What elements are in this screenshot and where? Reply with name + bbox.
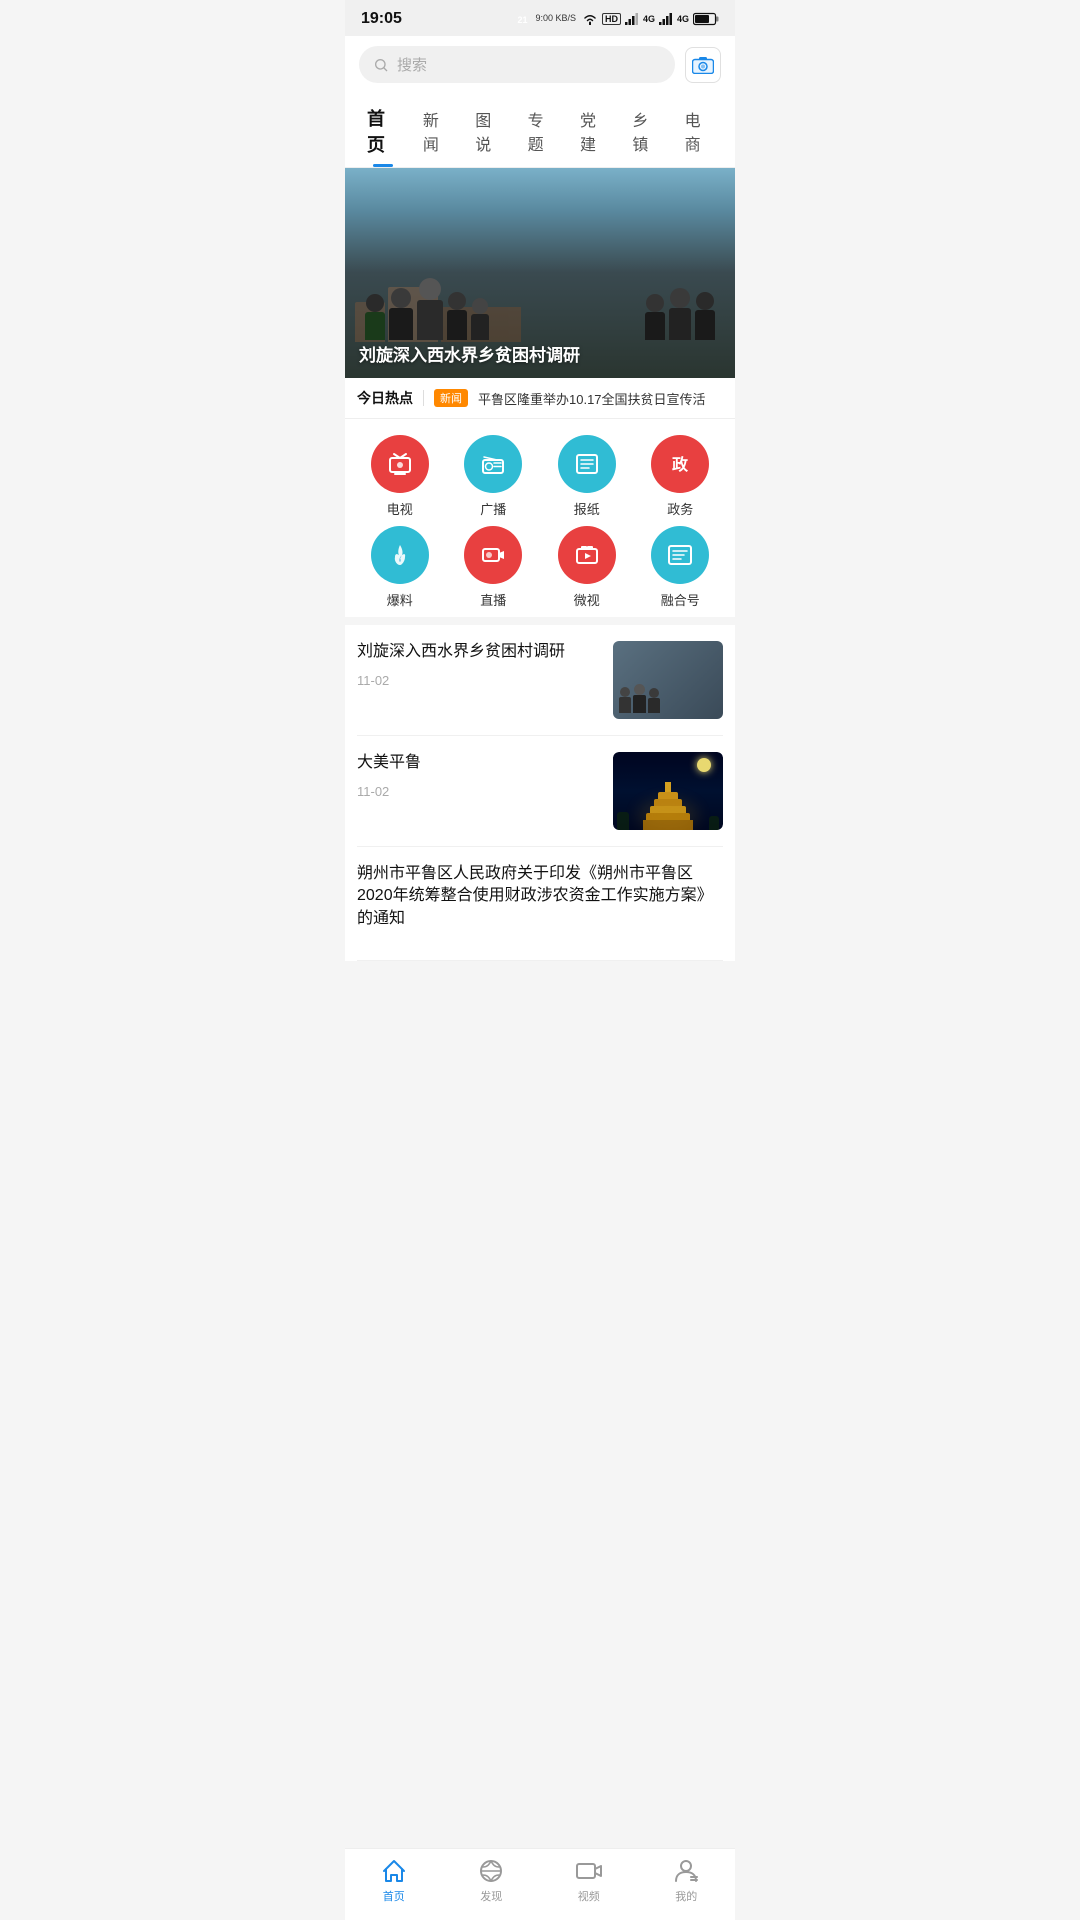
bottom-spacer	[345, 961, 735, 1041]
news-title-1: 刘旋深入西水界乡贫困村调研	[357, 641, 601, 663]
battery-level: 21	[517, 15, 527, 25]
tab-ecom[interactable]: 电商	[673, 95, 725, 165]
wifi-icon	[582, 13, 598, 25]
microvideo-label: 微视	[574, 590, 600, 609]
nav-profile[interactable]: 我的	[651, 1857, 721, 1904]
newspaper-icon-circle	[558, 435, 616, 493]
signal-icon-1	[625, 13, 639, 25]
video-nav-icon	[575, 1857, 603, 1885]
search-bar: 搜索	[345, 36, 735, 93]
microvideo-icon-circle	[558, 526, 616, 584]
newspaper-icon	[573, 450, 601, 478]
news-date-1: 11-02	[357, 673, 601, 688]
icon-gov[interactable]: 政 政务	[634, 435, 728, 518]
icon-live[interactable]: 直播	[447, 526, 541, 609]
news-item-2[interactable]: 大美平鲁 11-02	[357, 736, 723, 847]
hot-text: 平鲁区隆重举办10.17全国扶贫日宣传活	[478, 389, 706, 408]
hot-label: 今日热点	[357, 388, 413, 408]
news-item-1[interactable]: 刘旋深入西水界乡贫困村调研 11-02	[357, 625, 723, 736]
hero-title: 刘旋深入西水界乡贫困村调研	[359, 341, 580, 366]
live-icon	[479, 541, 507, 569]
4g-badge-2: 4G	[677, 14, 689, 24]
news-item-3[interactable]: 朔州市平鲁区人民政府关于印发《朔州市平鲁区2020年统筹整合使用财政涉农资金工作…	[357, 847, 723, 961]
merge-label: 融合号	[661, 590, 700, 609]
icon-grid: 电视 广播 报纸 政	[345, 419, 735, 617]
search-placeholder: 搜索	[397, 54, 427, 75]
gov-label: 政务	[667, 499, 693, 518]
nav-discover-label: 发现	[480, 1888, 502, 1904]
merge-icon-circle	[651, 526, 709, 584]
microvideo-icon	[573, 541, 601, 569]
discover-nav-icon	[477, 1857, 505, 1885]
icon-fire[interactable]: 爆料	[353, 526, 447, 609]
bottom-nav: 首页 发现 视频 我的	[345, 1848, 735, 1920]
tab-photos[interactable]: 图说	[463, 95, 515, 165]
camera-button[interactable]	[685, 47, 721, 83]
nav-video[interactable]: 视频	[554, 1857, 624, 1904]
search-icon	[373, 57, 389, 73]
nav-profile-label: 我的	[675, 1888, 697, 1904]
hot-divider	[423, 390, 424, 406]
home-nav-icon	[380, 1857, 408, 1885]
nav-tabs: 首页 新闻 图说 专题 党建 乡镇 电商	[345, 93, 735, 168]
tab-town[interactable]: 乡镇	[620, 95, 672, 165]
fire-icon	[386, 541, 414, 569]
camera-icon	[692, 56, 714, 74]
signal-icon-2	[659, 13, 673, 25]
newspaper-label: 报纸	[574, 499, 600, 518]
status-time: 19:05	[361, 10, 402, 28]
gov-icon: 政	[666, 450, 694, 478]
live-icon-circle	[464, 526, 522, 584]
tv-icon-circle	[371, 435, 429, 493]
icon-tv[interactable]: 电视	[353, 435, 447, 518]
battery-icon	[693, 12, 719, 26]
news-date-2: 11-02	[357, 784, 601, 799]
4g-badge-1: 4G	[643, 14, 655, 24]
news-content-2: 大美平鲁 11-02	[357, 752, 601, 799]
news-title-3: 朔州市平鲁区人民政府关于印发《朔州市平鲁区2020年统筹整合使用财政涉农资金工作…	[357, 863, 723, 930]
merge-icon	[666, 541, 694, 569]
fire-icon-circle	[371, 526, 429, 584]
news-title-2: 大美平鲁	[357, 752, 601, 774]
tab-home[interactable]: 首页	[355, 93, 411, 167]
hero-people-group	[365, 278, 715, 340]
news-content-1: 刘旋深入西水界乡贫困村调研 11-02	[357, 641, 601, 688]
news-thumb-2	[613, 752, 723, 830]
network-speed: 9:00 KB/S	[535, 14, 576, 24]
hd-badge: HD	[602, 13, 621, 25]
radio-icon-circle	[464, 435, 522, 493]
tab-news[interactable]: 新闻	[411, 95, 463, 165]
status-icons: 9:00 KB/S HD 4G 4G 21	[535, 12, 719, 26]
tab-party[interactable]: 党建	[568, 95, 620, 165]
nav-discover[interactable]: 发现	[456, 1857, 526, 1904]
status-bar: 19:05 9:00 KB/S HD 4G 4G	[345, 0, 735, 36]
svg-text:政: 政	[672, 455, 689, 474]
live-label: 直播	[480, 590, 506, 609]
icon-microvideo[interactable]: 微视	[540, 526, 634, 609]
news-list: 刘旋深入西水界乡贫困村调研 11-02	[345, 625, 735, 961]
hero-banner[interactable]: 刘旋深入西水界乡贫困村调研	[345, 168, 735, 378]
news-content-3: 朔州市平鲁区人民政府关于印发《朔州市平鲁区2020年统筹整合使用财政涉农资金工作…	[357, 863, 723, 940]
search-input-wrap[interactable]: 搜索	[359, 46, 675, 83]
hot-strip: 今日热点 新闻 平鲁区隆重举办10.17全国扶贫日宣传活	[345, 378, 735, 419]
user-nav-icon	[672, 1857, 700, 1885]
hot-badge: 新闻	[434, 389, 468, 407]
fire-label: 爆料	[387, 590, 413, 609]
nav-video-label: 视频	[578, 1888, 600, 1904]
news-thumb-1	[613, 641, 723, 719]
radio-icon	[479, 450, 507, 478]
icon-merge[interactable]: 融合号	[634, 526, 728, 609]
tv-icon	[386, 450, 414, 478]
nav-home[interactable]: 首页	[359, 1857, 429, 1904]
tab-special[interactable]: 专题	[516, 95, 568, 165]
radio-label: 广播	[480, 499, 506, 518]
icon-radio[interactable]: 广播	[447, 435, 541, 518]
icon-newspaper[interactable]: 报纸	[540, 435, 634, 518]
gov-icon-circle: 政	[651, 435, 709, 493]
tv-label: 电视	[387, 499, 413, 518]
nav-home-label: 首页	[383, 1888, 405, 1904]
